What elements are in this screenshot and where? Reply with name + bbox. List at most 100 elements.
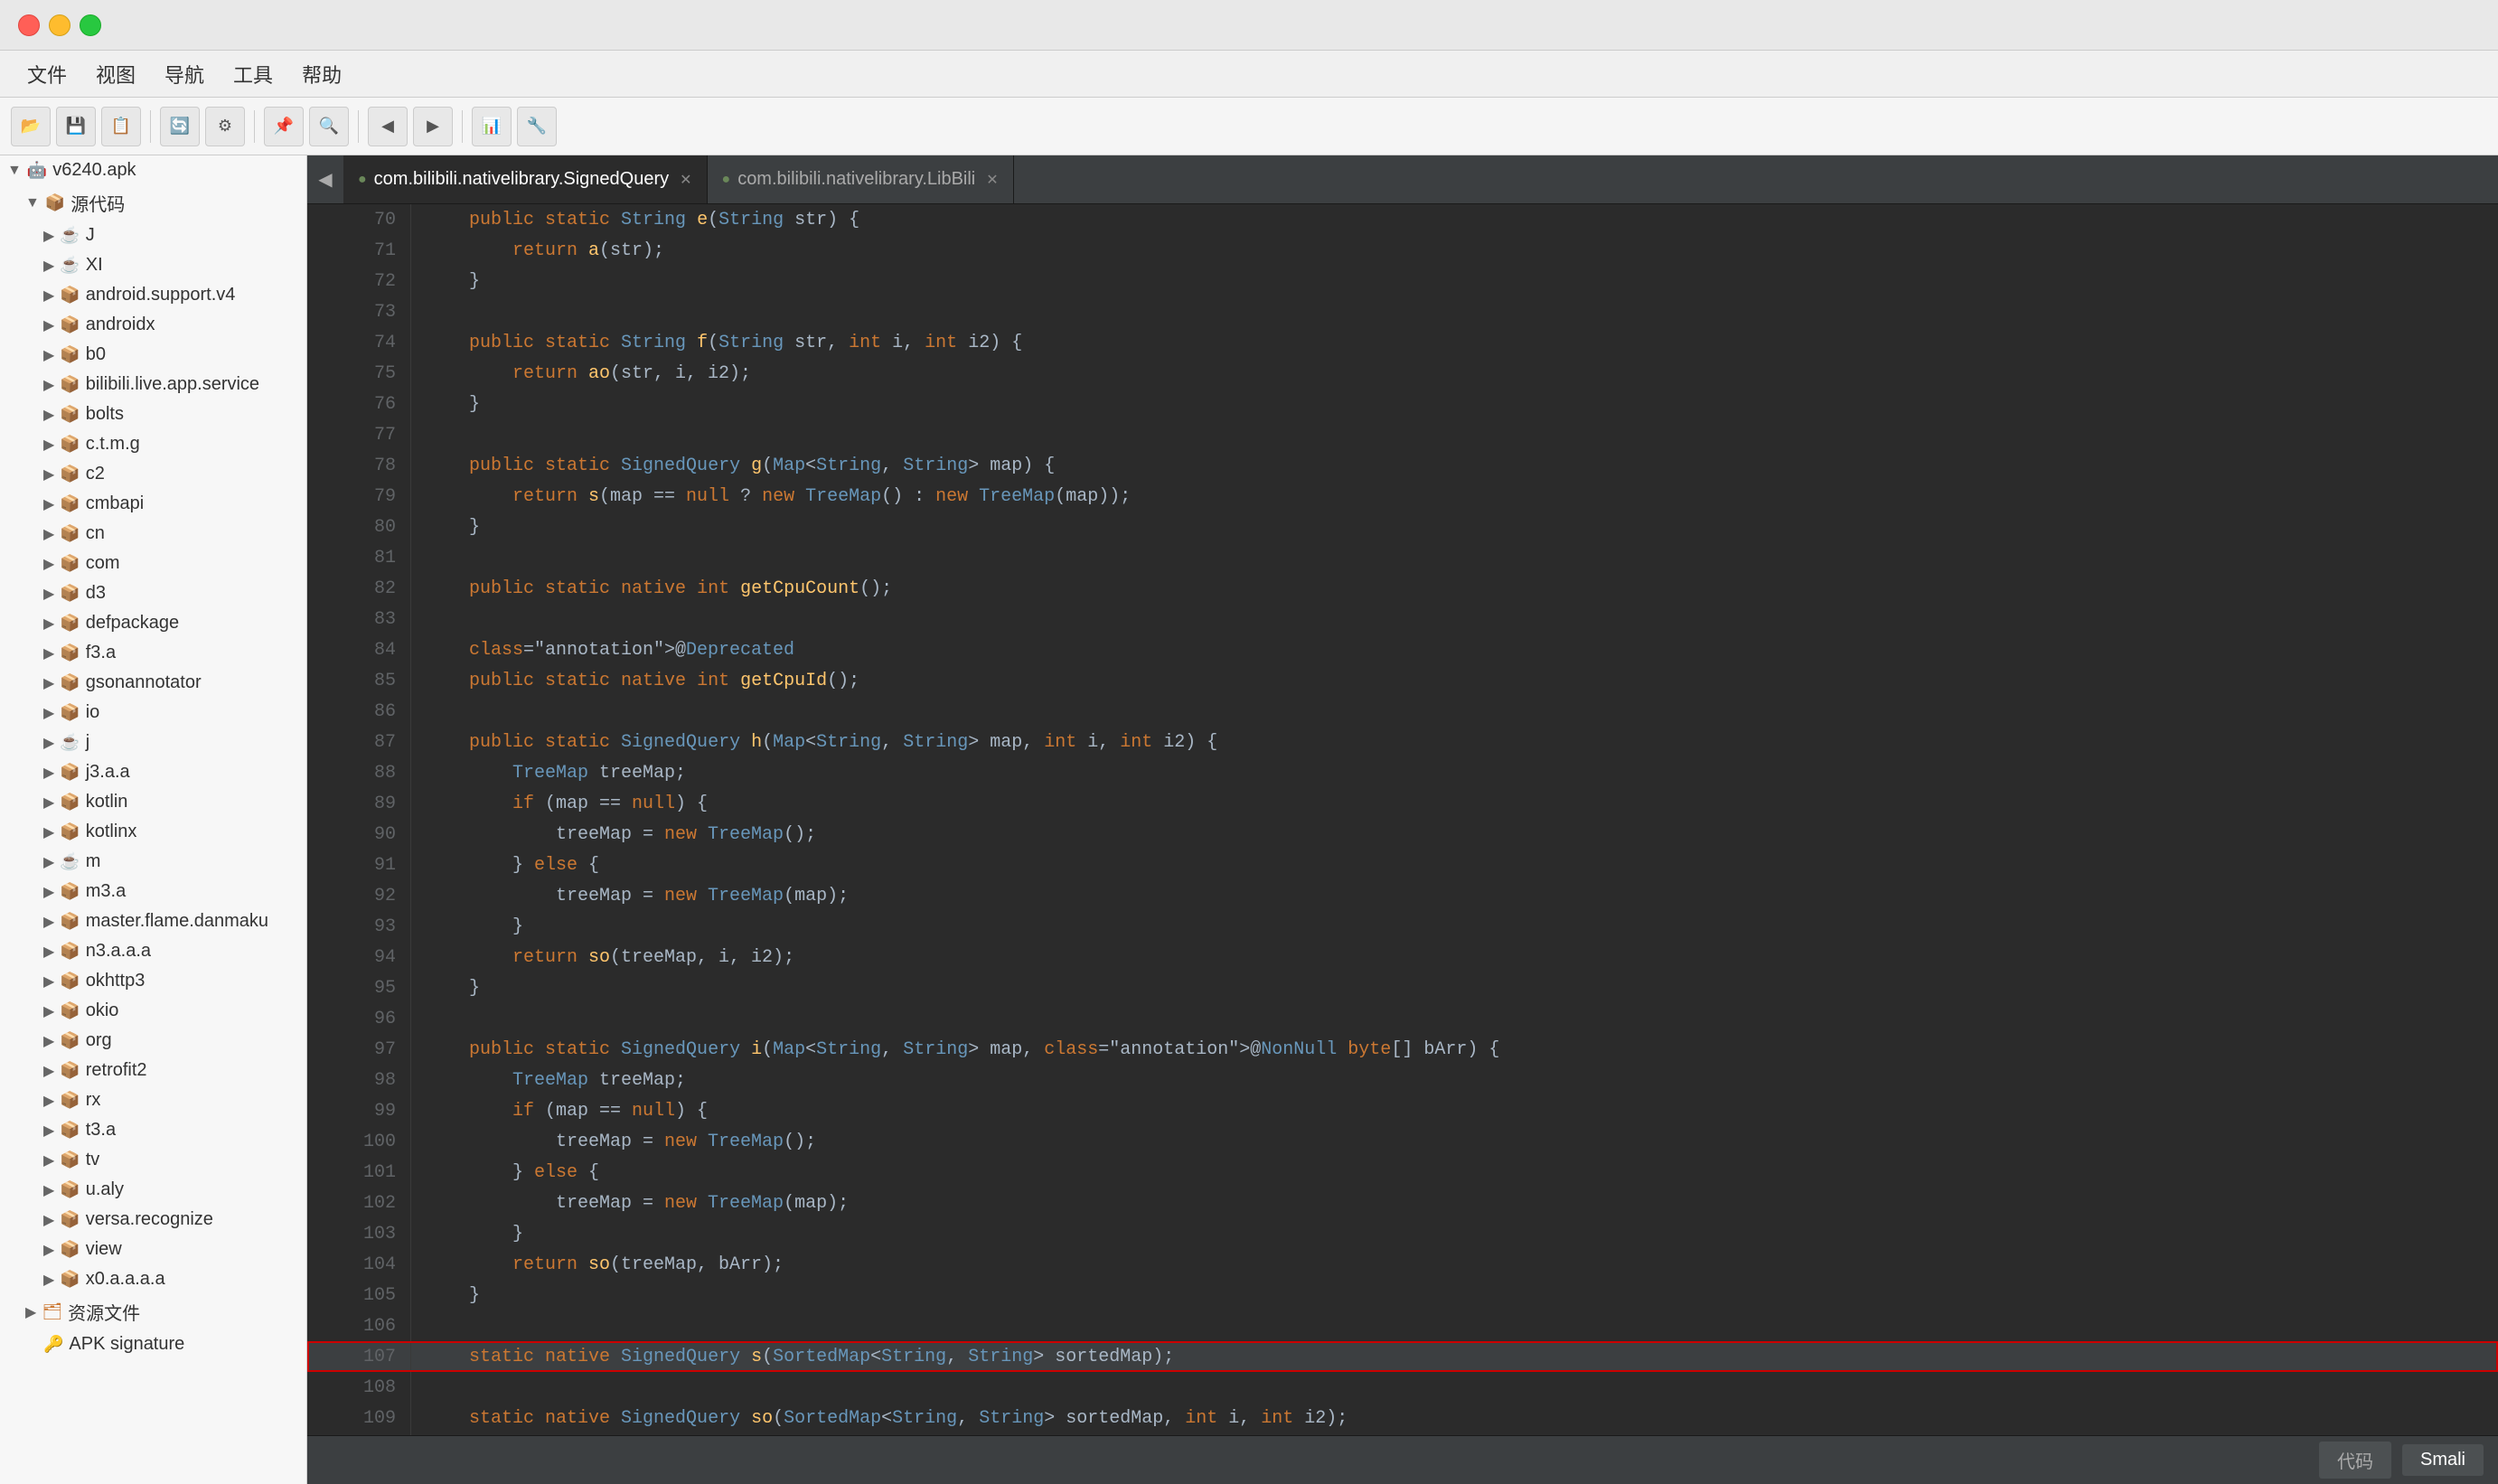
chevron-icon: ▶ <box>43 1181 54 1199</box>
sidebar-item-u-aly[interactable]: ▶📦u.aly <box>0 1175 306 1205</box>
menu-item-帮助[interactable]: 帮助 <box>289 54 354 94</box>
line-number: 97 <box>307 1034 410 1065</box>
folder-icon: 📦 <box>60 1180 80 1199</box>
sidebar-item-androidx[interactable]: ▶📦androidx <box>0 310 306 340</box>
folder-icon: 📦 <box>60 315 80 334</box>
tab-close-button[interactable]: ✕ <box>986 171 998 189</box>
sidebar-item-android-support-v4[interactable]: ▶📦android.support.v4 <box>0 280 306 310</box>
code-line-content: static native SignedQuery s(SortedMap<St… <box>410 1341 2498 1372</box>
bottom-tab-Smali[interactable]: Smali <box>2402 1444 2484 1476</box>
sidebar-item-rx[interactable]: ▶📦rx <box>0 1085 306 1115</box>
table-row: 72 } <box>307 266 2498 296</box>
sidebar-item-c-t-m-g[interactable]: ▶📦c.t.m.g <box>0 429 306 459</box>
folder-icon: 📦 <box>60 1121 80 1140</box>
chevron-icon: ▶ <box>43 436 54 454</box>
sidebar-item-okhttp3[interactable]: ▶📦okhttp3 <box>0 966 306 996</box>
sidebar-item-n3-a-a-a[interactable]: ▶📦n3.a.a.a <box>0 936 306 966</box>
code-line-content: public static native int getCpuCount(); <box>410 573 2498 604</box>
sidebar-item-label: t3.a <box>86 1120 116 1141</box>
sidebar-item-b0[interactable]: ▶📦b0 <box>0 340 306 370</box>
sidebar-item-bolts[interactable]: ▶📦bolts <box>0 399 306 429</box>
tab-active-icon: ● <box>722 172 731 188</box>
sidebar-item-c2[interactable]: ▶📦c2 <box>0 459 306 489</box>
sidebar-item-label: defpackage <box>86 613 179 634</box>
sidebar-item-资源文件[interactable]: ▶🗂资源文件 <box>0 1294 306 1329</box>
menu-item-视图[interactable]: 视图 <box>83 54 148 94</box>
line-number: 80 <box>307 512 410 542</box>
sep3 <box>358 110 359 143</box>
sidebar-item-APK signature[interactable]: 🔑APK signature <box>0 1329 306 1359</box>
sidebar-item-tv[interactable]: ▶📦tv <box>0 1145 306 1175</box>
close-button[interactable] <box>18 14 40 36</box>
sidebar-item-bilibili-live-app-service[interactable]: ▶📦bilibili.live.app.service <box>0 370 306 399</box>
forward-button[interactable]: ▶ <box>413 107 453 146</box>
table-row: 102 treeMap = new TreeMap(map); <box>307 1188 2498 1218</box>
code-area[interactable]: 70 public static String e(String str) {7… <box>307 204 2498 1435</box>
sidebar-item-view[interactable]: ▶📦view <box>0 1235 306 1264</box>
sync-button[interactable]: 🔄 <box>160 107 200 146</box>
line-number: 79 <box>307 481 410 512</box>
line-number: 108 <box>307 1372 410 1403</box>
sidebar-item-label: versa.recognize <box>86 1209 213 1230</box>
sidebar-item-m3-a[interactable]: ▶📦m3.a <box>0 877 306 906</box>
line-number: 103 <box>307 1218 410 1249</box>
line-number: 91 <box>307 850 410 880</box>
sidebar-item-cmbapi[interactable]: ▶📦cmbapi <box>0 489 306 519</box>
sidebar-item-f3-a[interactable]: ▶📦f3.a <box>0 638 306 668</box>
sidebar-item-j3-a-a[interactable]: ▶📦j3.a.a <box>0 757 306 787</box>
sidebar-item-m[interactable]: ▶☕m <box>0 847 306 877</box>
log-button[interactable]: 📊 <box>472 107 512 146</box>
sidebar-item-okio[interactable]: ▶📦okio <box>0 996 306 1026</box>
sidebar-item-io[interactable]: ▶📦io <box>0 698 306 728</box>
sidebar-item-d3[interactable]: ▶📦d3 <box>0 578 306 608</box>
tab-close-button[interactable]: ✕ <box>680 171 691 189</box>
sidebar-item-源代码[interactable]: ▼📦源代码 <box>0 185 306 221</box>
bottom-tab-代码[interactable]: 代码 <box>2319 1442 2391 1479</box>
menu-item-工具[interactable]: 工具 <box>221 54 286 94</box>
folder-icon: 📦 <box>60 614 80 633</box>
sidebar-item-v6240-apk[interactable]: ▼🤖v6240.apk <box>0 155 306 185</box>
table-row: 105 } <box>307 1280 2498 1310</box>
code-line-content: treeMap = new TreeMap(); <box>410 819 2498 850</box>
sidebar[interactable]: ▼🤖v6240.apk▼📦源代码▶☕J▶☕XI▶📦android.support… <box>0 155 307 1484</box>
sidebar-item-XI[interactable]: ▶☕XI <box>0 250 306 280</box>
sidebar-item-org[interactable]: ▶📦org <box>0 1026 306 1056</box>
tab-tab1[interactable]: ●com.bilibili.nativelibrary.SignedQuery✕ <box>343 155 708 203</box>
sidebar-item-x0-a-a-a-a[interactable]: ▶📦x0.a.a.a.a <box>0 1264 306 1294</box>
sidebar-item-label: j <box>86 732 89 753</box>
tab-back-button[interactable]: ◀ <box>307 155 343 203</box>
menu-item-导航[interactable]: 导航 <box>152 54 217 94</box>
tab-tab2[interactable]: ●com.bilibili.nativelibrary.LibBili✕ <box>708 155 1014 203</box>
sidebar-item-J[interactable]: ▶☕J <box>0 221 306 250</box>
code-line-content: } else { <box>410 1157 2498 1188</box>
sidebar-item-kotlin[interactable]: ▶📦kotlin <box>0 787 306 817</box>
table-row: 91 } else { <box>307 850 2498 880</box>
minimize-button[interactable] <box>49 14 70 36</box>
sidebar-item-cn[interactable]: ▶📦cn <box>0 519 306 549</box>
sidebar-item-kotlinx[interactable]: ▶📦kotlinx <box>0 817 306 847</box>
line-number: 89 <box>307 788 410 819</box>
maximize-button[interactable] <box>80 14 101 36</box>
save-button[interactable]: 💾 <box>56 107 96 146</box>
chevron-icon: ▶ <box>43 1271 54 1289</box>
decompile-button[interactable]: ⚙ <box>205 107 245 146</box>
sidebar-item-gsonannotator[interactable]: ▶📦gsonannotator <box>0 668 306 698</box>
line-number: 71 <box>307 235 410 266</box>
search-button[interactable]: 🔍 <box>309 107 349 146</box>
chevron-icon: ▶ <box>43 615 54 633</box>
pin-button[interactable]: 📌 <box>264 107 304 146</box>
sidebar-item-defpackage[interactable]: ▶ 📦 defpackage <box>0 608 306 638</box>
open-file-button[interactable]: 📂 <box>11 107 51 146</box>
sidebar-item-t3-a[interactable]: ▶📦t3.a <box>0 1115 306 1145</box>
sidebar-item-com[interactable]: ▶📦com <box>0 549 306 578</box>
back-button[interactable]: ◀ <box>368 107 408 146</box>
sidebar-item-retrofit2[interactable]: ▶📦retrofit2 <box>0 1056 306 1085</box>
sidebar-item-versa-recognize[interactable]: ▶📦versa.recognize <box>0 1205 306 1235</box>
sidebar-item-master-flame-danmaku[interactable]: ▶📦master.flame.danmaku <box>0 906 306 936</box>
sidebar-item-label: kotlin <box>86 792 128 812</box>
sidebar-item-j[interactable]: ▶☕j <box>0 728 306 757</box>
code-line-content: } <box>410 512 2498 542</box>
settings-button[interactable]: 🔧 <box>517 107 557 146</box>
save-all-button[interactable]: 📋 <box>101 107 141 146</box>
menu-item-文件[interactable]: 文件 <box>14 54 80 94</box>
